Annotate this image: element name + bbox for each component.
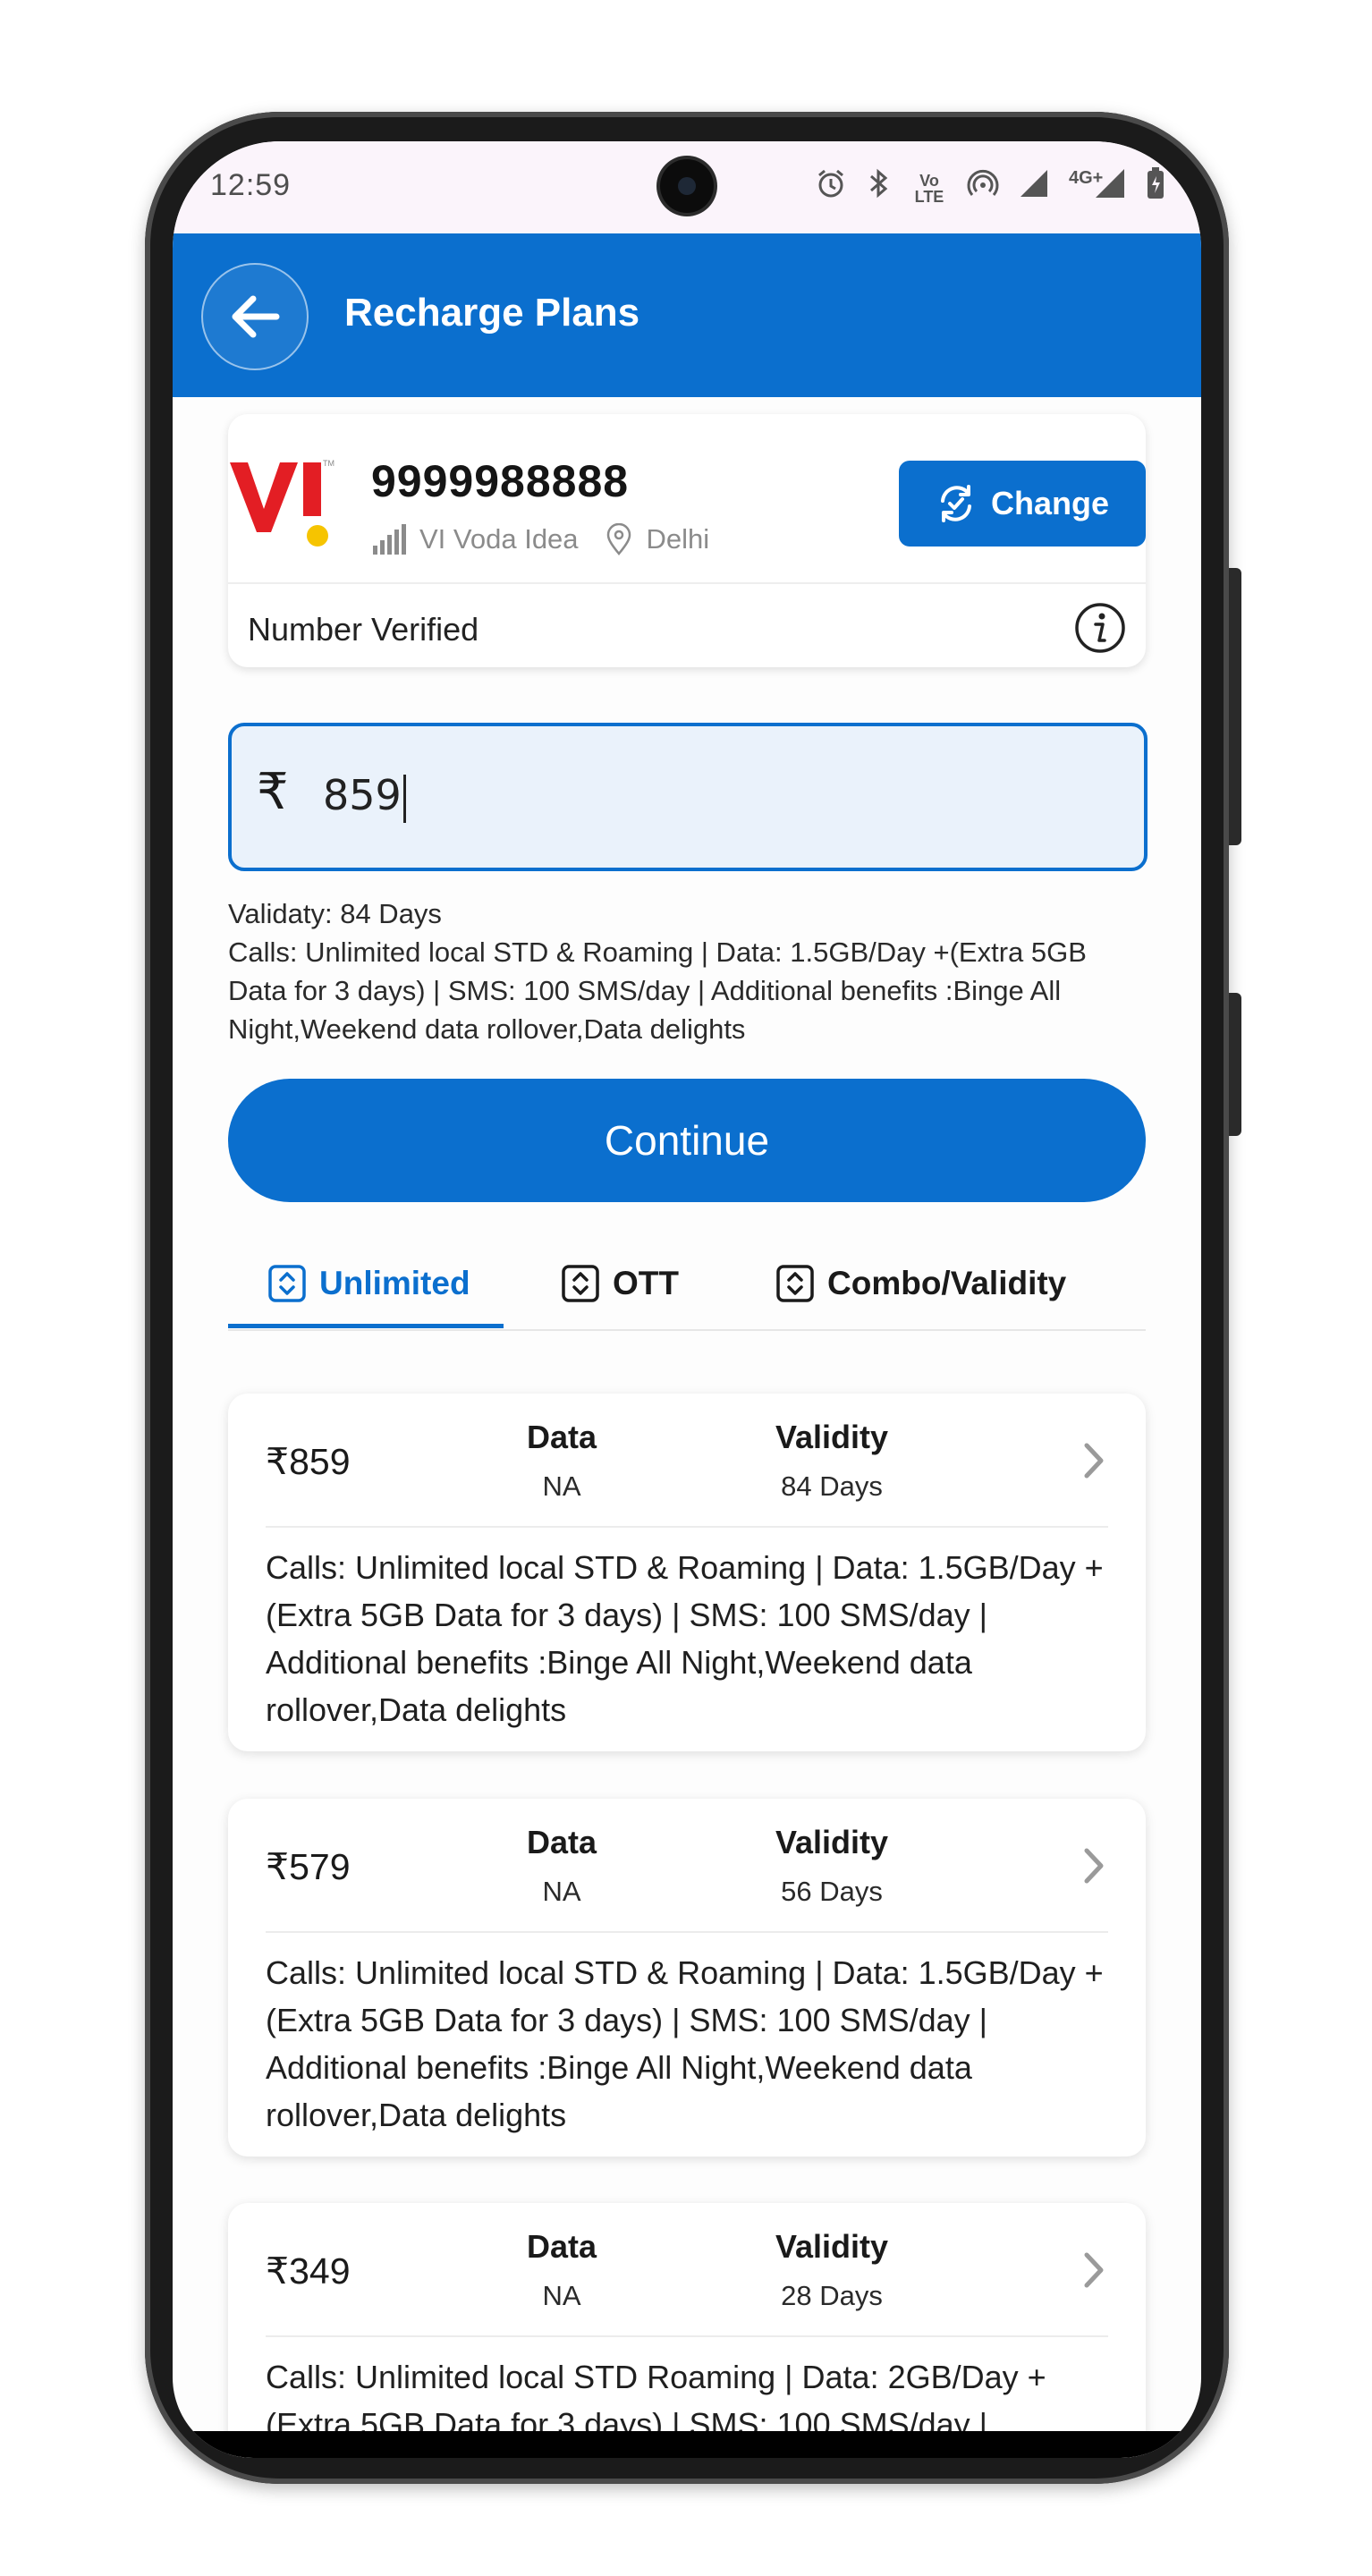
tab-unlimited-label: Unlimited [319, 1265, 470, 1301]
expand-icon [776, 1265, 814, 1302]
4g-signal-icon: 4G+ [1069, 167, 1126, 209]
location-pin-icon [606, 523, 631, 555]
plan-divider [266, 1526, 1108, 1528]
plan-divider [266, 2335, 1108, 2337]
text-caret [402, 774, 406, 823]
amount-value[interactable]: 859 [323, 771, 406, 823]
phone-screen: 12:59 Vo LTE 4G+ Recharge Plans TM 99999… [173, 141, 1201, 2458]
number-card-header: TM 9999988888 VI Voda Idea Delhi Change [228, 414, 1146, 582]
circle-name: Delhi [646, 523, 710, 555]
chevron-right-icon[interactable] [1080, 1843, 1110, 1888]
change-button[interactable]: Change [899, 461, 1146, 547]
data-value: NA [542, 1470, 581, 1502]
chevron-right-icon[interactable] [1080, 2248, 1110, 2292]
validity-heading: Validity [775, 1419, 889, 1455]
tab-unlimited[interactable]: Unlimited [267, 1240, 470, 1327]
status-bar: 12:59 Vo LTE 4G+ [173, 141, 1201, 233]
network-label: 4G+ [1069, 168, 1104, 188]
status-icons: Vo LTE 4G+ [815, 166, 1165, 210]
alarm-icon [815, 167, 847, 209]
page-title: Recharge Plans [344, 291, 640, 335]
operator-meta: VI Voda Idea Delhi [371, 523, 709, 555]
tab-combo-validity[interactable]: Combo/Validity [775, 1240, 1066, 1327]
back-button[interactable] [201, 263, 309, 370]
data-value: NA [542, 2280, 581, 2311]
plan-price: ₹859 [266, 1441, 351, 1482]
refresh-icon [940, 485, 971, 522]
app-bar: Recharge Plans [173, 233, 1201, 397]
plan-card[interactable]: ₹349 Data NA Validity 28 Days Calls: Unl… [228, 2203, 1146, 2458]
signal-icon [1019, 168, 1049, 208]
arrow-left-icon [232, 295, 280, 338]
plan-description: Calls: Unlimited local STD & Roaming | D… [266, 1549, 1104, 1728]
validity-value: 28 Days [781, 2280, 883, 2311]
chevron-right-icon[interactable] [1080, 1438, 1110, 1483]
amount-input[interactable]: ₹ 859 [228, 723, 1148, 871]
hotspot-icon [967, 167, 999, 209]
tab-combo-validity-label: Combo/Validity [827, 1265, 1067, 1301]
signal-bars-icon [373, 524, 406, 555]
svg-text:TM: TM [323, 459, 335, 468]
vi-logo: TM [230, 459, 335, 547]
bluetooth-icon [867, 167, 892, 209]
volte-icon: Vo LTE [914, 171, 944, 206]
plan-details-text: Calls: Unlimited local STD & Roaming | D… [228, 936, 1087, 1045]
tab-ott-label: OTT [613, 1265, 679, 1301]
amount-text: 859 [323, 771, 402, 819]
data-heading: Data [526, 1824, 597, 1860]
expand-icon [562, 1265, 599, 1302]
plan-price: ₹349 [266, 2250, 351, 2292]
active-tab-indicator [228, 1324, 504, 1328]
validity-value: 84 Days [781, 1470, 883, 1502]
rupee-icon: ₹ [257, 763, 289, 819]
validity-text: Validaty: 84 Days [228, 898, 442, 929]
battery-icon [1146, 166, 1165, 210]
plan-tabs: Unlimited OTT Combo/Validity [228, 1240, 1146, 1331]
card-divider [228, 582, 1146, 584]
power-button [1229, 993, 1241, 1136]
selected-plan-info: Validaty: 84 Days Calls: Unlimited local… [228, 894, 1149, 1048]
data-heading: Data [526, 2228, 597, 2265]
plan-card[interactable]: ₹579 Data NA Validity 56 Days Calls: Unl… [228, 1799, 1146, 2157]
continue-button[interactable]: Continue [228, 1079, 1146, 1202]
verified-text: Number Verified [248, 611, 479, 648]
plan-divider [266, 1931, 1108, 1933]
expand-icon [268, 1265, 306, 1302]
info-icon[interactable] [1074, 602, 1126, 654]
validity-heading: Validity [775, 2228, 889, 2265]
plan-description: Calls: Unlimited local STD & Roaming | D… [266, 1954, 1104, 2133]
volume-button [1229, 568, 1241, 845]
operator-name: VI Voda Idea [419, 523, 579, 555]
front-camera [660, 159, 714, 213]
data-value: NA [542, 1876, 581, 1907]
mobile-number: 9999988888 [371, 456, 630, 506]
number-card: TM 9999988888 VI Voda Idea Delhi Change … [228, 414, 1146, 667]
validity-value: 56 Days [781, 1876, 883, 1907]
plan-price: ₹579 [266, 1846, 351, 1887]
status-time: 12:59 [210, 168, 292, 202]
screen-bottom-edge [173, 2431, 1201, 2458]
plan-card[interactable]: ₹859 Data NA Validity 84 Days Calls: Unl… [228, 1394, 1146, 1751]
tab-ott[interactable]: OTT [561, 1240, 679, 1327]
change-label: Change [990, 485, 1109, 521]
data-heading: Data [526, 1419, 597, 1455]
validity-heading: Validity [775, 1824, 889, 1860]
